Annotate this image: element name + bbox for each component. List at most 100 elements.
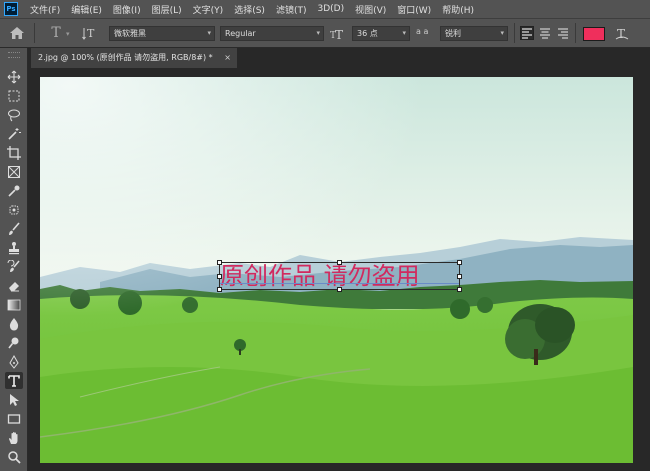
hand-tool[interactable] <box>5 429 23 446</box>
brush-tool[interactable] <box>5 220 23 237</box>
font-size-select[interactable]: 36 点 ▾ <box>352 26 410 41</box>
align-left-icon[interactable] <box>520 26 534 40</box>
menu-image[interactable]: 图像(I) <box>113 3 141 16</box>
options-bar: T ▾ T 微软雅黑 ▾ Regular ▾ T T 36 点 ▾ a a 锐利 ▾ T <box>0 18 650 48</box>
eyedropper-tool[interactable] <box>5 182 23 199</box>
menu-view[interactable]: 视图(V) <box>355 3 386 16</box>
magic-wand-tool[interactable] <box>5 125 23 142</box>
text-baseline <box>220 283 459 284</box>
zoom-tool[interactable] <box>5 448 23 465</box>
transform-handle-bottom[interactable] <box>337 287 342 292</box>
font-family-select[interactable]: 微软雅黑 ▾ <box>109 26 215 41</box>
transform-handle-bottom-right[interactable] <box>457 287 462 292</box>
font-family-value: 微软雅黑 <box>114 29 146 38</box>
document-tab-bar: 2.jpg @ 100% (原创作品 请勿盗用, RGB/8#) * × <box>28 48 650 68</box>
eraser-icon <box>9 281 19 291</box>
font-style-value: Regular <box>225 29 256 38</box>
align-center-icon[interactable] <box>539 27 551 39</box>
transform-handle-bottom-left[interactable] <box>217 287 222 292</box>
lasso-icon <box>8 109 20 121</box>
photoshop-logo-icon[interactable]: Ps <box>4 2 18 16</box>
menu-bar: Ps 文件(F) 编辑(E) 图像(I) 图层(L) 文字(Y) 选择(S) 滤… <box>0 0 650 18</box>
menu-window[interactable]: 窗口(W) <box>397 3 431 16</box>
font-size-value: 36 点 <box>357 29 378 38</box>
transform-handle-left[interactable] <box>217 274 222 279</box>
home-icon[interactable] <box>8 25 26 41</box>
move-tool[interactable] <box>5 68 23 85</box>
type-tool[interactable] <box>5 372 23 389</box>
stamp-tool[interactable] <box>5 239 23 256</box>
healing-icon <box>9 205 19 214</box>
lasso-tool[interactable] <box>5 106 23 123</box>
dodge-tool[interactable] <box>5 334 23 351</box>
separator <box>575 23 576 43</box>
path-select-tool[interactable] <box>5 391 23 408</box>
crop-tool[interactable] <box>5 144 23 161</box>
blur-tool[interactable] <box>5 315 23 332</box>
transform-handle-right[interactable] <box>457 274 462 279</box>
pen-tool[interactable] <box>5 353 23 370</box>
antialias-select[interactable]: 锐利 ▾ <box>440 26 508 41</box>
menu-3d[interactable]: 3D(D) <box>317 4 344 14</box>
menu-help[interactable]: 帮助(H) <box>442 3 474 16</box>
menu-filter[interactable]: 滤镜(T) <box>276 3 307 16</box>
blur-icon <box>9 317 19 330</box>
stamp-icon <box>9 241 19 254</box>
type-icon <box>8 374 20 387</box>
document-tab[interactable]: 2.jpg @ 100% (原创作品 请勿盗用, RGB/8#) * × <box>31 48 237 68</box>
gradient-tool[interactable] <box>5 296 23 313</box>
transform-handle-top[interactable] <box>337 260 342 265</box>
align-right-icon[interactable] <box>557 27 569 39</box>
healing-tool[interactable] <box>5 201 23 218</box>
marquee-tool[interactable] <box>5 87 23 104</box>
menu-file[interactable]: 文件(F) <box>30 3 60 16</box>
warp-text-icon[interactable]: T <box>614 25 630 41</box>
antialias-value: 锐利 <box>445 29 461 38</box>
text-color-swatch[interactable] <box>583 27 605 41</box>
hand-icon <box>9 431 18 444</box>
marquee-icon <box>8 90 20 101</box>
svg-text:T: T <box>87 27 95 40</box>
close-icon[interactable]: × <box>224 48 231 68</box>
chevron-down-icon: ▾ <box>316 29 320 37</box>
panel-grip[interactable] <box>8 52 20 58</box>
eyedropper-icon <box>8 185 20 197</box>
font-size-icon: T T <box>330 28 343 40</box>
chevron-down-icon[interactable]: ▾ <box>66 30 70 38</box>
antialias-icon: a a <box>416 27 429 36</box>
separator <box>34 23 35 43</box>
chevron-down-icon: ▾ <box>207 29 211 37</box>
rectangle-tool[interactable] <box>5 410 23 427</box>
path-select-icon <box>10 393 19 406</box>
eraser-tool[interactable] <box>5 277 23 294</box>
pen-icon <box>9 354 19 369</box>
rectangle-icon <box>7 413 21 424</box>
svg-text:T: T <box>617 27 625 41</box>
transform-handle-top-right[interactable] <box>457 260 462 265</box>
dodge-icon <box>8 337 19 348</box>
document-tab-title: 2.jpg @ 100% (原创作品 请勿盗用, RGB/8#) * <box>38 53 213 62</box>
transform-handle-top-left[interactable] <box>217 260 222 265</box>
chevron-down-icon: ▾ <box>402 29 406 37</box>
chevron-down-icon: ▾ <box>500 29 504 37</box>
menu-type[interactable]: 文字(Y) <box>193 3 224 16</box>
text-orientation-icon[interactable]: T <box>82 26 97 41</box>
crop-icon <box>7 145 21 160</box>
menu-edit[interactable]: 编辑(E) <box>71 3 102 16</box>
menu-select[interactable]: 选择(S) <box>234 3 265 16</box>
frame-tool[interactable] <box>5 163 23 180</box>
font-style-select[interactable]: Regular ▾ <box>220 26 324 41</box>
gradient-icon <box>7 299 21 310</box>
frame-icon <box>8 165 20 178</box>
magic-wand-icon <box>8 127 21 140</box>
separator <box>514 23 515 43</box>
menu-layer[interactable]: 图层(L) <box>152 3 182 16</box>
brush-icon <box>9 221 20 235</box>
tools-panel <box>0 48 28 471</box>
type-tool-preset-icon[interactable]: T <box>44 24 68 42</box>
history-brush-tool[interactable] <box>5 258 23 275</box>
text-layer-bounding-box[interactable]: 原创作品 请勿盗用 <box>217 260 462 292</box>
text-layer-content[interactable]: 原创作品 请勿盗用 <box>220 262 420 290</box>
svg-text:T: T <box>335 28 343 40</box>
history-brush-icon <box>7 259 20 272</box>
